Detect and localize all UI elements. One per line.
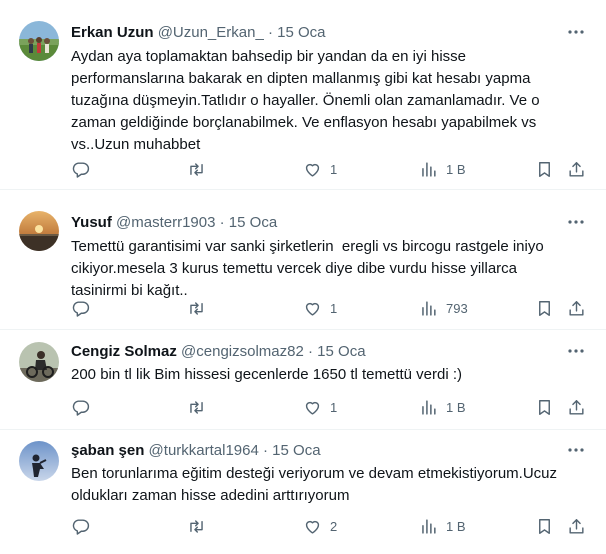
user-handle[interactable]: @cengizsolmaz82: [181, 343, 304, 360]
separator: ·: [219, 214, 225, 231]
tweet-actions: 2 1 B: [0, 514, 606, 538]
tweet-text: Aydan aya toplamaktan bahsedip bir yanda…: [71, 48, 540, 153]
views-chart-icon: [419, 517, 438, 536]
reply-icon: [71, 398, 90, 417]
like-count: 1: [330, 399, 338, 415]
share-icon: [567, 299, 586, 318]
reply-icon: [71, 160, 90, 179]
retweet-icon: [187, 517, 206, 536]
user-handle[interactable]: @masterr1903: [116, 214, 215, 231]
reply-icon: [71, 517, 90, 536]
tweet-header: şaban şen @turkkartal1964 · 15 Oca: [71, 441, 560, 461]
share-button[interactable]: [567, 514, 586, 538]
more-icon[interactable]: [566, 214, 586, 230]
tweet-erkan-uzun[interactable]: Erkan Uzun @Uzun_Erkan_ · 15 Oca Aydan a…: [0, 0, 606, 190]
user-handle[interactable]: @Uzun_Erkan_: [158, 24, 264, 41]
more-icon[interactable]: [566, 24, 586, 40]
retweet-button[interactable]: [187, 157, 206, 181]
tweet-header: Yusuf @masterr1903 · 15 Oca: [71, 213, 560, 233]
reply-button[interactable]: [71, 514, 90, 538]
bookmark-icon: [535, 398, 554, 417]
display-name[interactable]: Erkan Uzun: [71, 24, 154, 41]
tweet-text: 200 bin tl lik Bim hissesi gecenlerde 16…: [71, 366, 463, 383]
tweet-header: Cengiz Solmaz @cengizsolmaz82 · 15 Oca: [71, 342, 560, 362]
share-button[interactable]: [567, 296, 586, 320]
bookmark-button[interactable]: [535, 395, 554, 419]
tweet-text: Temettü garantisimi var sanki şirketleri…: [71, 238, 544, 299]
retweet-icon: [187, 160, 206, 179]
heart-icon: [303, 517, 322, 536]
tweet-date[interactable]: 15 Oca: [317, 343, 365, 360]
tweet-actions: 1 793: [0, 296, 606, 320]
more-icon[interactable]: [566, 442, 586, 458]
tweet-actions: 1 1 B: [0, 157, 606, 181]
views-chart-icon: [419, 299, 438, 318]
tweet-actions: 1 1 B: [0, 395, 606, 419]
like-button[interactable]: 2: [303, 514, 337, 538]
views-button[interactable]: 1 B: [419, 395, 466, 419]
bookmark-icon: [535, 517, 554, 536]
tweet-text: Ben torunlarıma eğitim desteği veriyorum…: [71, 465, 558, 504]
tweet-cengiz-solmaz[interactable]: Cengiz Solmaz @cengizsolmaz82 · 15 Oca 2…: [0, 330, 606, 430]
like-button[interactable]: 1: [303, 395, 337, 419]
like-count: 1: [330, 161, 338, 177]
tweet-date[interactable]: 15 Oca: [229, 214, 277, 231]
avatar[interactable]: [19, 441, 59, 481]
like-button[interactable]: 1: [303, 157, 337, 181]
reply-feed: Erkan Uzun @Uzun_Erkan_ · 15 Oca Aydan a…: [0, 0, 606, 554]
separator: ·: [263, 442, 268, 459]
view-count: 1 B: [446, 399, 466, 415]
share-icon: [567, 517, 586, 536]
more-icon[interactable]: [566, 343, 586, 359]
retweet-button[interactable]: [187, 514, 206, 538]
share-icon: [567, 160, 586, 179]
retweet-icon: [187, 299, 206, 318]
display-name[interactable]: Yusuf: [71, 214, 112, 231]
share-button[interactable]: [567, 157, 586, 181]
like-count: 1: [330, 300, 338, 316]
retweet-button[interactable]: [187, 296, 206, 320]
reply-icon: [71, 299, 90, 318]
tweet-saban-sen[interactable]: şaban şen @turkkartal1964 · 15 Oca Ben t…: [0, 430, 606, 554]
reply-button[interactable]: [71, 157, 90, 181]
view-count: 1 B: [446, 161, 466, 177]
user-handle[interactable]: @turkkartal1964: [149, 442, 259, 459]
bookmark-button[interactable]: [535, 514, 554, 538]
bookmark-icon: [535, 299, 554, 318]
avatar[interactable]: [19, 342, 59, 382]
tweet-date[interactable]: 15 Oca: [277, 24, 325, 41]
retweet-icon: [187, 398, 206, 417]
view-count: 1 B: [446, 518, 466, 534]
display-name[interactable]: şaban şen: [71, 442, 144, 459]
retweet-button[interactable]: [187, 395, 206, 419]
views-chart-icon: [419, 160, 438, 179]
bookmark-button[interactable]: [535, 296, 554, 320]
heart-icon: [303, 160, 322, 179]
tweet-date[interactable]: 15 Oca: [272, 442, 320, 459]
like-count: 2: [330, 518, 338, 534]
avatar[interactable]: [19, 211, 59, 251]
tweet-header: Erkan Uzun @Uzun_Erkan_ · 15 Oca: [71, 23, 560, 43]
reply-button[interactable]: [71, 395, 90, 419]
avatar[interactable]: [19, 21, 59, 61]
tweet-yusuf[interactable]: Yusuf @masterr1903 · 15 Oca Temettü gara…: [0, 190, 606, 330]
like-button[interactable]: 1: [303, 296, 337, 320]
views-button[interactable]: 793: [419, 296, 468, 320]
bookmark-icon: [535, 160, 554, 179]
views-button[interactable]: 1 B: [419, 514, 466, 538]
share-icon: [567, 398, 586, 417]
heart-icon: [303, 299, 322, 318]
separator: ·: [308, 343, 313, 360]
heart-icon: [303, 398, 322, 417]
views-button[interactable]: 1 B: [419, 157, 466, 181]
share-button[interactable]: [567, 395, 586, 419]
view-count: 793: [446, 300, 468, 316]
separator: ·: [267, 24, 273, 41]
views-chart-icon: [419, 398, 438, 417]
reply-button[interactable]: [71, 296, 90, 320]
display-name[interactable]: Cengiz Solmaz: [71, 343, 177, 360]
bookmark-button[interactable]: [535, 157, 554, 181]
